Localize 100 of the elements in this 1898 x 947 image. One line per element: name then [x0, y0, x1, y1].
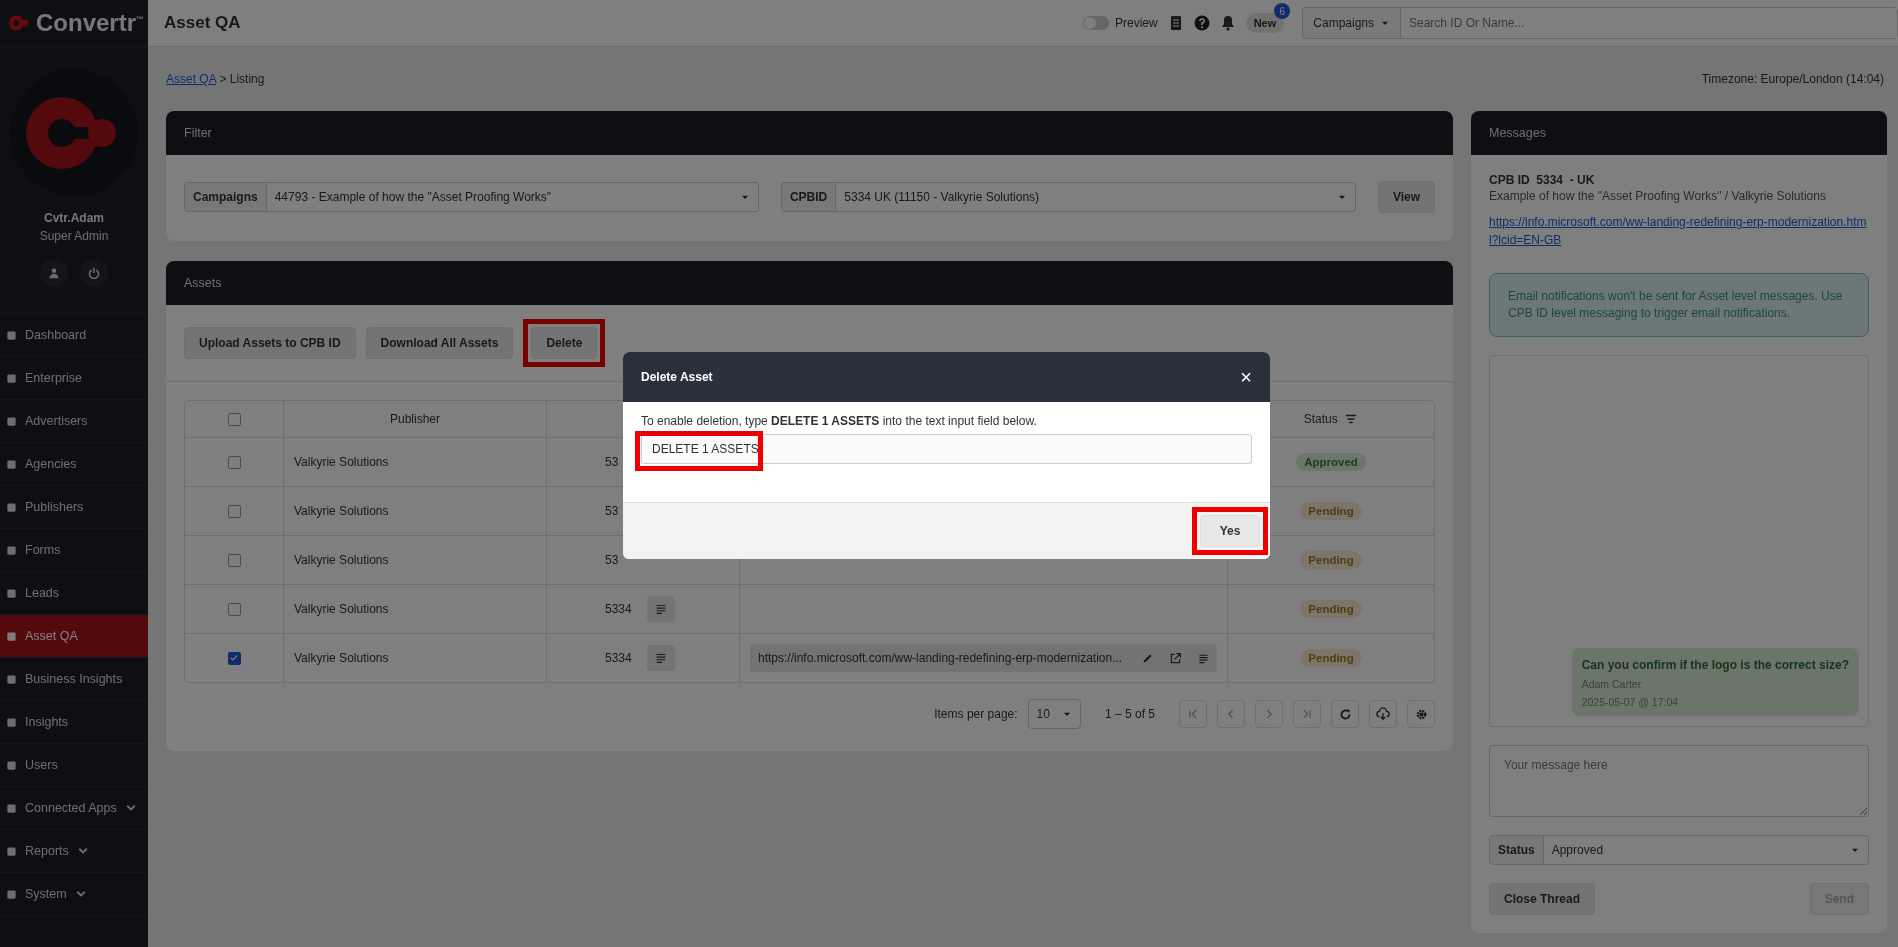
sidebar-item[interactable]: Agencies	[0, 443, 148, 486]
row-checkbox[interactable]	[227, 553, 241, 567]
info-notice: Email notifications won't be sent for Asset level messages. Use CPB ID level messaging to trigger email notifications.	[1489, 273, 1869, 337]
profile-button[interactable]	[40, 259, 68, 287]
table-cell-text: 5334	[605, 651, 633, 665]
nav-icon	[6, 888, 17, 900]
sidebar-item[interactable]: Enterprise	[0, 357, 148, 400]
yes-button[interactable]: Yes	[1200, 515, 1260, 547]
refresh-button[interactable]	[1331, 700, 1359, 728]
sidebar-item[interactable]: Publishers	[0, 486, 148, 529]
table-cell: Valkyrie Solutions	[284, 438, 547, 486]
sidebar-item[interactable]: Forms	[0, 529, 148, 572]
status-badge: Pending	[1300, 551, 1362, 569]
campaigns-select[interactable]: 44793 - Example of how the "Asset Proofing Works"	[266, 182, 759, 212]
first-page-button[interactable]	[1179, 700, 1207, 728]
search-field[interactable]: Search ID Or Name...	[1400, 7, 1898, 39]
row-checkbox[interactable]	[227, 651, 241, 665]
help-icon	[1193, 15, 1210, 31]
nav-icon	[6, 587, 17, 599]
timezone-label: Timezone: Europe/London (14:04)	[1701, 72, 1884, 86]
cpbid-select[interactable]: 5334 UK (11150 - Valkyrie Solutions)	[836, 182, 1356, 212]
field-label: Status	[1489, 835, 1544, 865]
sidebar-item[interactable]: Reports	[0, 830, 148, 873]
sidebar-item[interactable]: Connected Apps	[0, 787, 148, 830]
landing-page-link[interactable]: https://info.microsoft.com/ww-landing-redefining-erp-modernization.html?lcid=EN-GB	[1489, 213, 1869, 249]
status-badge: Approved	[1296, 453, 1366, 471]
sidebar-item[interactable]: Dashboard	[0, 314, 148, 357]
nav-icon	[6, 372, 17, 384]
items-per-page-label: Items per page:	[934, 707, 1018, 721]
table-cell: Valkyrie Solutions	[284, 536, 547, 584]
dialog-title: Delete Asset	[641, 370, 713, 384]
close-button[interactable]: ×	[1240, 365, 1252, 389]
status-badge: Pending	[1300, 600, 1362, 618]
page-title: Asset QA	[164, 13, 241, 33]
nav-icon	[6, 716, 17, 728]
sidebar-item[interactable]: System	[0, 873, 148, 916]
user-name: Cvtr.Adam	[44, 211, 104, 225]
message-field[interactable]: Your message here	[1489, 745, 1869, 817]
external-link-icon	[1168, 651, 1182, 665]
settings-button[interactable]	[1407, 700, 1435, 728]
check-icon	[229, 653, 239, 663]
table-cell-text: 53	[605, 455, 620, 469]
table-cell-text: 53	[605, 504, 620, 518]
action-button[interactable]: Delete	[531, 327, 598, 359]
close-thread-button[interactable]: Close Thread	[1489, 883, 1596, 915]
download-button[interactable]	[1369, 700, 1397, 728]
sidebar-item[interactable]: Business Insights	[0, 658, 148, 701]
user-role: Super Admin	[39, 229, 109, 243]
url-field[interactable]: https://info.microsoft.com/ww-landing-redefining-erp-modernization...	[750, 644, 1217, 672]
details-button[interactable]	[647, 596, 675, 622]
cpb-heading: CPB ID 5334 - UK	[1489, 173, 1596, 187]
table-cell: Valkyrie Solutions	[284, 634, 547, 682]
row-checkbox[interactable]	[227, 602, 241, 616]
nav-icon	[6, 458, 17, 470]
nav-icon	[6, 329, 17, 341]
card-title: Assets	[184, 276, 222, 290]
sidebar-item[interactable]: Insights	[0, 701, 148, 744]
action-button[interactable]: Download All Assets	[365, 327, 514, 359]
field-label: CPBID	[780, 182, 837, 212]
logo-icon	[6, 12, 32, 34]
view-button[interactable]: View	[1377, 181, 1435, 213]
confirm-input[interactable]: DELETE 1 ASSETS	[641, 434, 1252, 464]
row-checkbox[interactable]	[227, 455, 241, 469]
message-text: Can you confirm if the logo is the correct size?	[1581, 658, 1849, 672]
refresh-icon	[1338, 707, 1352, 721]
table-cell-text: 5334	[605, 602, 633, 616]
breadcrumb: Asset QA > Listing	[166, 72, 265, 86]
nav-icon	[6, 501, 17, 513]
sidebar-item[interactable]: Asset QA	[0, 615, 148, 658]
preview-toggle[interactable]	[1083, 16, 1109, 30]
table-cell-text: 53	[605, 553, 620, 567]
lines-icon	[654, 602, 668, 616]
dialog-instruction: To enable deletion, type DELETE 1 ASSETS into the text input field below.	[641, 414, 1038, 428]
bell-icon	[1219, 15, 1236, 31]
power-icon	[88, 267, 100, 279]
sidebar-item[interactable]: Advertisers	[0, 400, 148, 443]
select-all-checkbox[interactable]	[227, 412, 241, 426]
breadcrumb-link[interactable]: Asset QA	[166, 72, 217, 86]
logout-button[interactable]	[80, 259, 108, 287]
per-page-select[interactable]: 10	[1027, 699, 1081, 729]
user-icon	[48, 267, 60, 279]
row-checkbox[interactable]	[227, 504, 241, 518]
status-select[interactable]: Approved	[1543, 835, 1869, 865]
gear-icon	[1414, 707, 1428, 721]
notification-badge: 6	[1274, 3, 1291, 19]
field-label: Campaigns	[184, 182, 267, 212]
nav-icon	[6, 544, 17, 556]
page-range: 1 – 5 of 5	[1104, 707, 1155, 721]
sidebar-item[interactable]: Users	[0, 744, 148, 787]
card-title: Filter	[184, 126, 212, 140]
nav-icon	[6, 845, 17, 857]
lines-icon	[654, 651, 668, 665]
status-badge: Pending	[1300, 502, 1362, 520]
toggle-label: Preview	[1115, 16, 1158, 30]
action-button[interactable]: Upload Assets to CPB ID	[184, 327, 356, 359]
first-page-icon	[1187, 708, 1199, 720]
campaigns-dropdown[interactable]: Campaigns	[1302, 7, 1400, 39]
last-page-button[interactable]	[1293, 700, 1321, 728]
filter-icon	[1344, 412, 1359, 426]
details-button[interactable]	[647, 645, 675, 671]
